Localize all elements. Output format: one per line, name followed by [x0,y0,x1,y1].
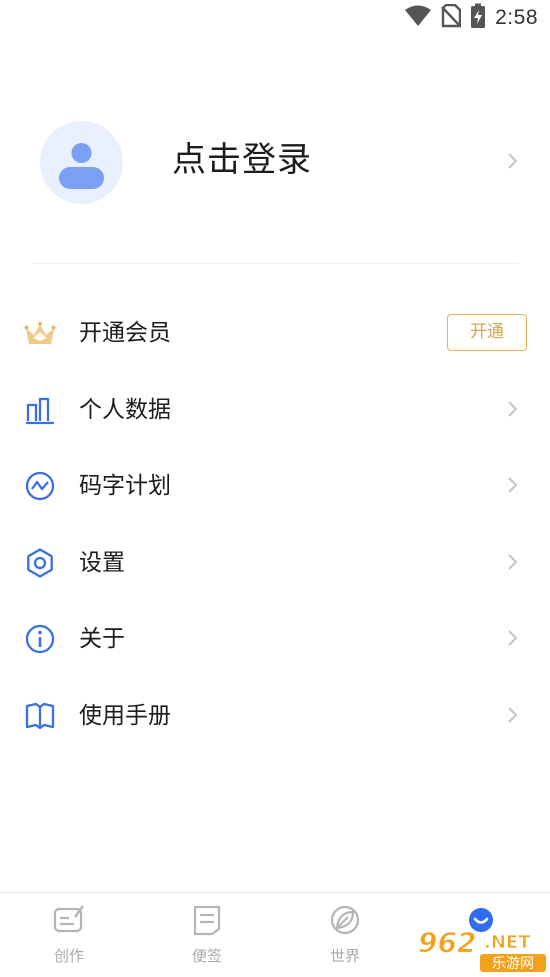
info-icon [25,624,55,654]
nav-label: 世界 [329,947,360,965]
battery-charging-icon [470,3,486,33]
user-avatar-icon [59,143,104,189]
menu-item-about[interactable]: 关于 [0,600,550,677]
nav-tab-notes[interactable]: 便签 [138,893,276,977]
crown-icon [24,322,56,344]
svg-text:乐游网: 乐游网 [492,956,534,972]
login-text[interactable]: 点击登录 [172,138,312,182]
menu-item-personal-data[interactable]: 个人数据 [0,371,550,448]
book-icon [25,702,55,729]
trend-icon [25,471,55,501]
status-time: 2:58 [495,6,538,29]
nav-label: 便签 [191,947,222,965]
menu-item-membership[interactable]: 开通会员 开通 [0,294,550,371]
menu-item-writing-plan[interactable]: 码字计划 [0,447,550,524]
svg-text:962: 962 [418,926,476,959]
avatar[interactable] [40,121,123,204]
leaf-icon [330,905,360,935]
menu-item-manual[interactable]: 使用手册 [0,677,550,754]
status-bar: 2:58 [0,0,550,38]
menu-item-settings[interactable]: 设置 [0,524,550,601]
write-icon [53,905,84,933]
chevron-right-icon [508,400,518,417]
menu-label: 码字计划 [79,473,171,499]
svg-text:.NET: .NET [484,932,531,953]
menu-label: 使用手册 [79,702,171,729]
chevron-right-icon [508,630,518,646]
menu-label: 个人数据 [79,396,171,423]
gear-icon [27,547,53,578]
menu-label: 关于 [79,626,125,652]
menu-label: 开通会员 [79,320,171,346]
menu-label: 设置 [79,549,125,576]
watermark-logo: 962 .NET 乐游网 [418,926,546,972]
nav-tab-create[interactable]: 创作 [0,893,138,977]
wifi-icon [404,5,432,31]
chevron-right-icon [508,553,518,570]
nav-label: 创作 [53,947,84,965]
note-icon [193,905,221,936]
chevron-right-icon [508,153,518,169]
no-sim-icon [441,3,462,32]
open-membership-button[interactable]: 开通 [447,314,527,351]
chevron-right-icon [508,706,518,723]
status-icons: 2:58 [404,3,538,33]
chevron-right-icon [508,477,518,493]
divider [32,263,519,264]
menu-list: 开通会员 开通 个人数据 码字计划 设置 关于 使用手册 [0,294,550,753]
nav-tab-world[interactable]: 世界 [276,893,414,977]
login-row[interactable]: 点击登录 [0,110,550,215]
bar-chart-icon [26,397,54,424]
